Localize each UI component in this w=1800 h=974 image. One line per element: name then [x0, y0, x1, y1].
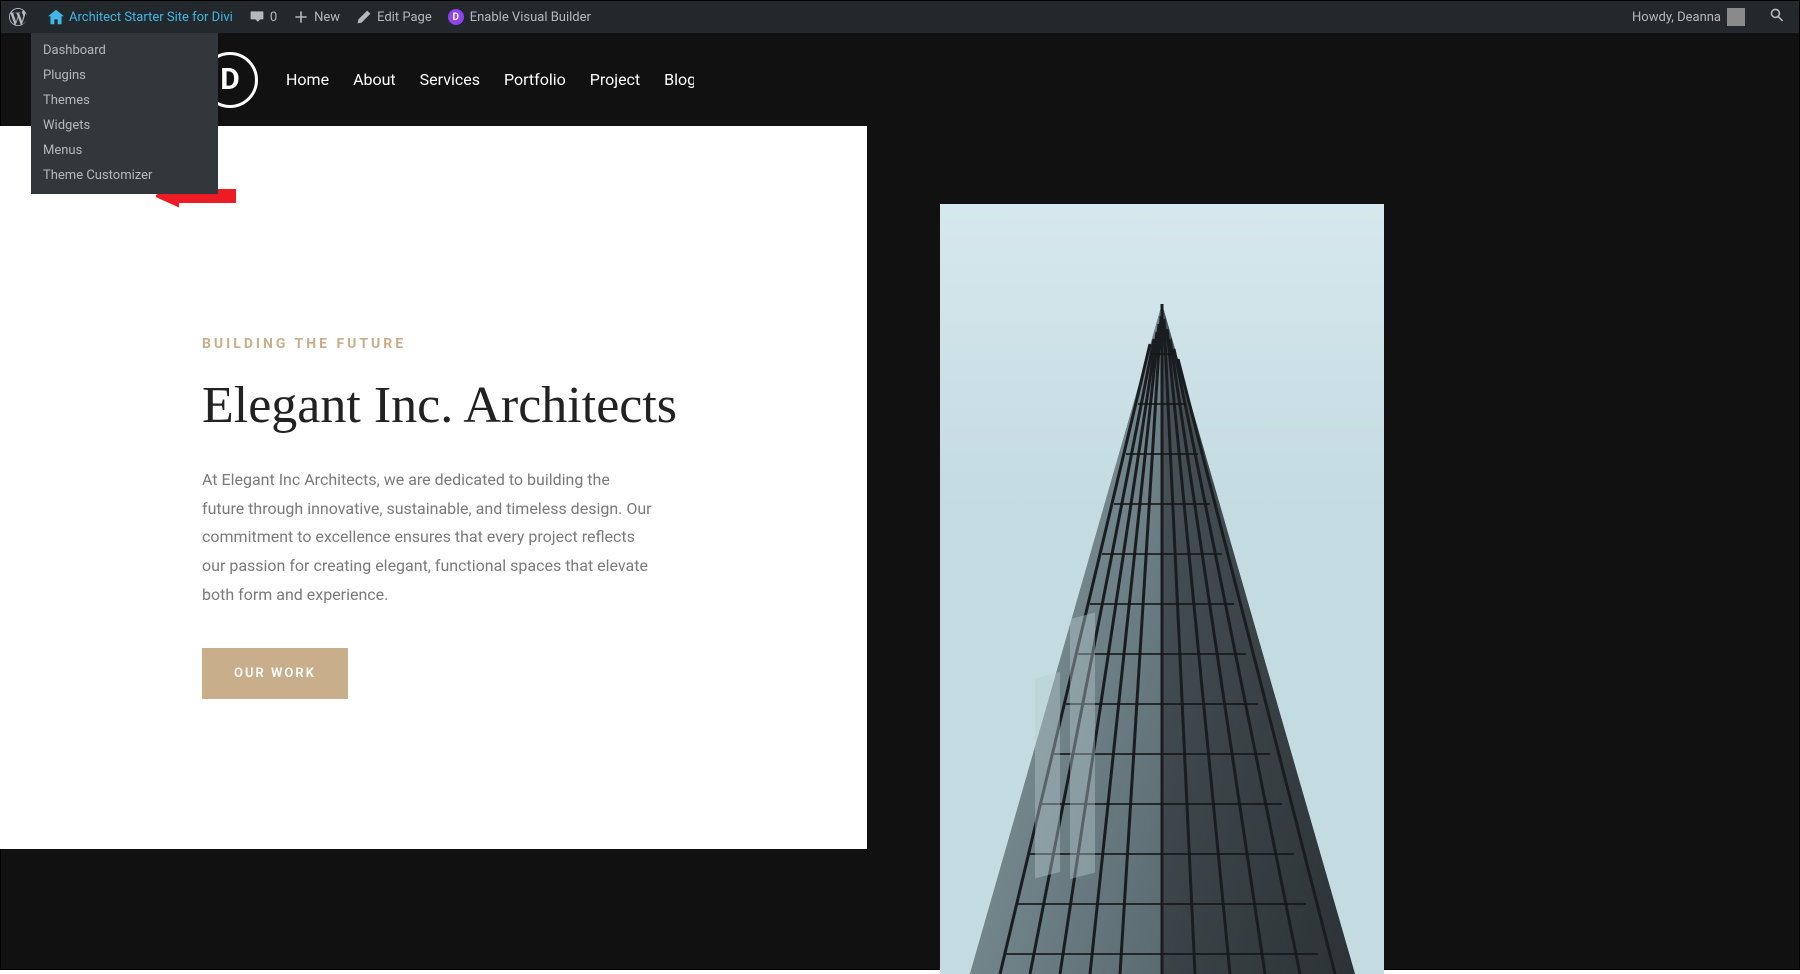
- admin-bar-right: Howdy, Deanna: [1624, 1, 1799, 33]
- hero-tagline: BUILDING THE FUTURE: [202, 336, 807, 352]
- dropdown-themes[interactable]: Themes: [31, 88, 218, 113]
- hero-title: Elegant Inc. Architects: [202, 376, 807, 436]
- nav-blog[interactable]: Blog: [664, 70, 696, 89]
- nav-project[interactable]: Project: [590, 70, 640, 89]
- hero-content: BUILDING THE FUTURE Elegant Inc. Archite…: [202, 126, 867, 849]
- dropdown-plugins[interactable]: Plugins: [31, 63, 218, 88]
- edit-page-menu[interactable]: Edit Page: [348, 1, 440, 33]
- wp-admin-bar: Architect Starter Site for Divi 0 New Ed…: [1, 1, 1799, 33]
- wp-logo-menu[interactable]: [1, 1, 40, 33]
- pencil-icon: [356, 9, 372, 25]
- nav-about[interactable]: About: [353, 70, 396, 89]
- howdy-label: Howdy, Deanna: [1632, 10, 1721, 25]
- home-icon: [48, 9, 64, 25]
- hero-section: BUILDING THE FUTURE Elegant Inc. Archite…: [150, 126, 1650, 849]
- dropdown-dashboard[interactable]: Dashboard: [31, 38, 218, 63]
- comment-icon: [249, 9, 265, 25]
- site-name-menu[interactable]: Architect Starter Site for Divi: [40, 1, 241, 33]
- dropdown-widgets[interactable]: Widgets: [31, 113, 218, 138]
- comments-menu[interactable]: 0: [241, 1, 285, 33]
- wordpress-icon: [9, 8, 27, 26]
- avatar-icon: [1727, 8, 1745, 26]
- plus-icon: [293, 9, 309, 25]
- new-label: New: [314, 10, 340, 25]
- search-icon: [1769, 7, 1785, 27]
- search-menu[interactable]: [1763, 1, 1791, 33]
- divi-icon: D: [448, 9, 464, 25]
- admin-bar-left: Architect Starter Site for Divi 0 New Ed…: [1, 1, 599, 33]
- comments-count: 0: [270, 10, 277, 25]
- nav-home[interactable]: Home: [286, 70, 329, 89]
- our-work-button[interactable]: OUR WORK: [202, 648, 348, 699]
- edit-page-label: Edit Page: [377, 10, 432, 25]
- new-content-menu[interactable]: New: [285, 1, 348, 33]
- nav-services[interactable]: Services: [420, 70, 480, 89]
- site-name-label: Architect Starter Site for Divi: [69, 10, 233, 25]
- nav-portfolio[interactable]: Portfolio: [504, 70, 566, 89]
- dropdown-menus[interactable]: Menus: [31, 138, 218, 163]
- site-preview: D Home About Services Portfolio Project …: [1, 33, 1799, 969]
- dropdown-theme-customizer[interactable]: Theme Customizer: [31, 163, 218, 188]
- hero-image: [940, 204, 1384, 974]
- my-account-menu[interactable]: Howdy, Deanna: [1624, 1, 1753, 33]
- enable-vb-menu[interactable]: D Enable Visual Builder: [440, 1, 599, 33]
- hero-body: At Elegant Inc Architects, we are dedica…: [202, 466, 652, 610]
- site-name-dropdown: Dashboard Plugins Themes Widgets Menus T…: [31, 32, 218, 194]
- enable-vb-label: Enable Visual Builder: [470, 10, 591, 25]
